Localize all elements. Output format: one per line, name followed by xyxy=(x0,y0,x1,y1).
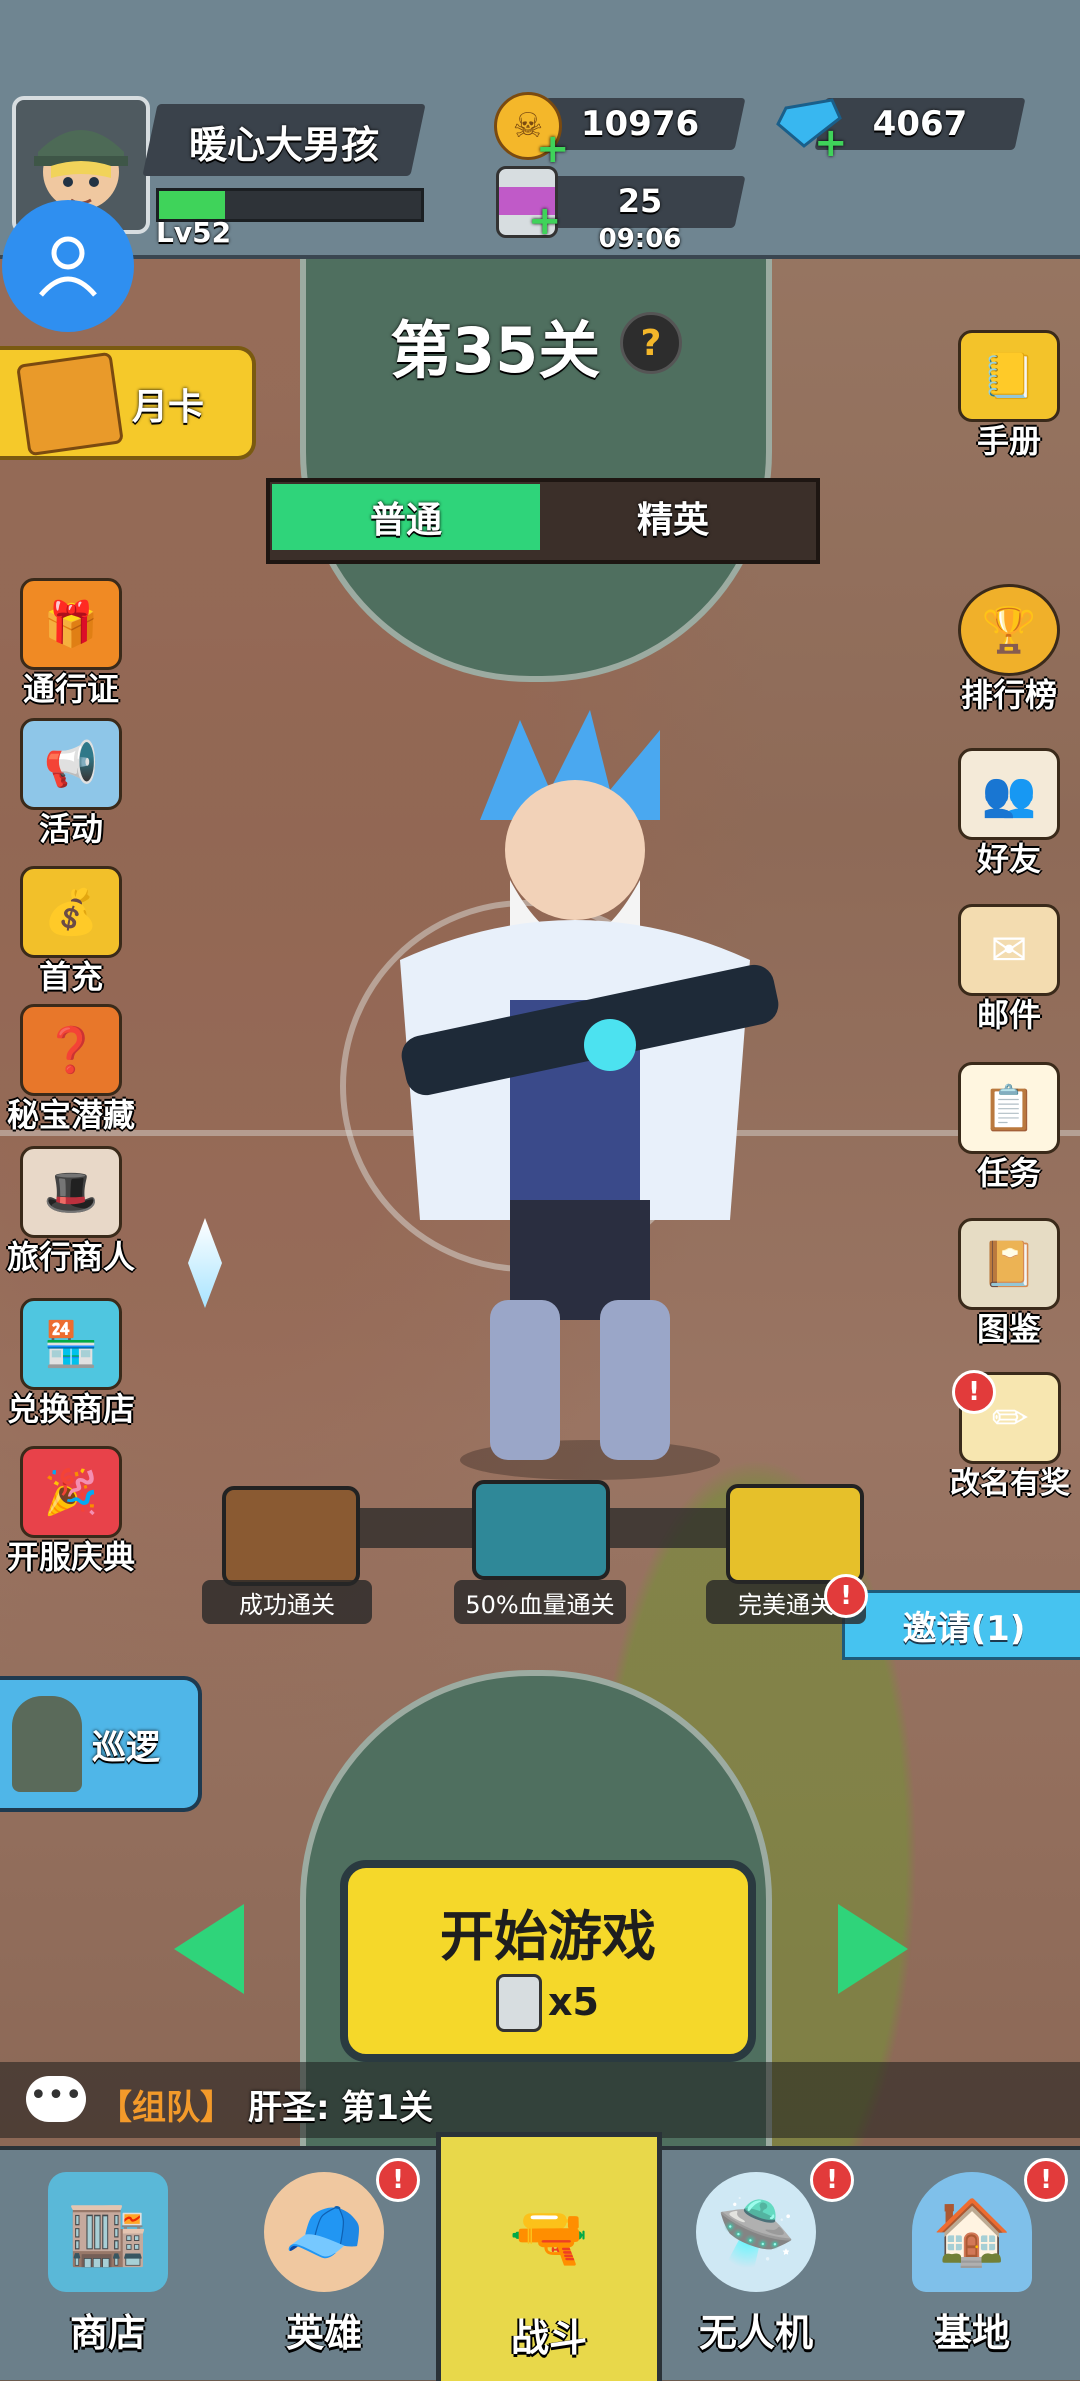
nav-drone-label: 无人机 xyxy=(698,2311,813,2355)
exchange-shop-label: 兑换商店 xyxy=(6,1390,135,1428)
account-button[interactable] xyxy=(2,200,134,332)
nav-heroes-label: 英雄 xyxy=(285,2311,362,2355)
perfect-chest[interactable] xyxy=(726,1484,864,1584)
tasks-label: 任务 xyxy=(976,1154,1041,1192)
hero-avatar-icon: 🧢 xyxy=(264,2172,384,2292)
leaderboard-button[interactable]: 🏆 排行榜 xyxy=(944,584,1074,716)
energy-timer: 09:06 xyxy=(598,224,682,254)
shop-icon: 🏪 xyxy=(20,1298,122,1390)
exchange-shop-button[interactable]: 🏪 兑换商店 xyxy=(6,1298,136,1430)
manual-button[interactable]: 📒 手册 xyxy=(944,330,1074,462)
nav-shop-label: 商店 xyxy=(69,2311,146,2355)
energy-count: 25 xyxy=(617,182,663,220)
rename-reward-label: 改名有奖 xyxy=(950,1466,1070,1501)
chat-channel: 【组队】 xyxy=(98,2088,234,2128)
friends-label: 好友 xyxy=(976,840,1041,878)
half-hp-chest-label: 50%血量通关 xyxy=(454,1580,626,1624)
mystery-box-icon: ❓ xyxy=(20,1004,122,1096)
perfect-chest-alert-badge: ! xyxy=(824,1574,868,1618)
megaphone-icon: 📢 xyxy=(20,718,122,810)
friends-button[interactable]: 👥 好友 xyxy=(944,748,1074,880)
pass-button[interactable]: 🎁 通行证 xyxy=(6,578,136,710)
soldier-icon xyxy=(12,1696,82,1792)
heroes-alert-badge: ! xyxy=(376,2158,420,2202)
stage-title: 第35关 xyxy=(390,314,601,387)
gem-count: 4067 xyxy=(872,104,968,144)
celebration-chest-icon: 🎉 xyxy=(20,1446,122,1538)
add-energy-icon[interactable]: + xyxy=(528,198,562,244)
user-icon xyxy=(39,236,97,297)
first-recharge-button[interactable]: 💰 首充 xyxy=(6,866,136,998)
invite-button[interactable]: 邀请(1) xyxy=(842,1590,1080,1660)
event-label: 活动 xyxy=(38,810,103,848)
leaderboard-label: 排行榜 xyxy=(960,676,1057,714)
energy-cost: x5 xyxy=(548,1980,599,2024)
success-chest-label: 成功通关 xyxy=(202,1580,372,1624)
hero-character xyxy=(400,710,779,1480)
base-alert-badge: ! xyxy=(1024,2158,1068,2202)
chat-bubble-icon[interactable]: ••• xyxy=(26,2076,86,2122)
nav-battle-label: 战斗 xyxy=(510,2316,587,2360)
friends-icon: 👥 xyxy=(958,748,1060,840)
hidden-treasure-label: 秘宝潜藏 xyxy=(6,1096,135,1134)
mail-button[interactable]: ✉ 邮件 xyxy=(944,904,1074,1036)
stage-help-button[interactable]: ? xyxy=(620,312,682,374)
start-game-label: 开始游戏 xyxy=(440,1905,656,1968)
treasure-chest-icon: 💰 xyxy=(20,866,122,958)
difficulty-elite-tab[interactable]: 精英 xyxy=(540,484,806,550)
patrol-button[interactable]: 巡逻 xyxy=(0,1676,202,1812)
store-icon: 🏬 xyxy=(48,2172,168,2292)
pass-label: 通行证 xyxy=(22,670,119,708)
album-icon: 📔 xyxy=(958,1218,1060,1310)
coin-count: 10976 xyxy=(580,104,700,144)
event-button[interactable]: 📢 活动 xyxy=(6,718,136,850)
success-chest[interactable] xyxy=(222,1486,360,1586)
merchant-icon: 🎩 xyxy=(20,1146,122,1238)
tasks-button[interactable]: 📋 任务 xyxy=(944,1062,1074,1194)
rifle-icon: 🔫 xyxy=(509,2200,589,2275)
server-celebration-button[interactable]: 🎉 开服庆典 xyxy=(6,1446,136,1578)
dome-base-icon: 🏠 xyxy=(912,2172,1032,2292)
mail-icon: ✉ xyxy=(958,904,1060,996)
hidden-treasure-button[interactable]: ❓ 秘宝潜藏 xyxy=(6,1004,136,1136)
rename-alert-badge: ! xyxy=(952,1370,996,1414)
half-hp-chest[interactable] xyxy=(472,1480,610,1580)
travel-merchant-button[interactable]: 🎩 旅行商人 xyxy=(6,1146,136,1278)
first-recharge-label: 首充 xyxy=(38,958,103,996)
travel-merchant-label: 旅行商人 xyxy=(6,1238,135,1276)
monthly-card-icon xyxy=(16,351,124,457)
codex-button[interactable]: 📔 图鉴 xyxy=(944,1218,1074,1350)
chat-message: 肝圣: 第1关 xyxy=(248,2088,434,2128)
player-name: 暖心大男孩 xyxy=(188,123,379,167)
difficulty-normal-tab[interactable]: 普通 xyxy=(272,484,540,550)
xp-bar-fill xyxy=(159,191,225,219)
mail-label: 邮件 xyxy=(976,996,1041,1034)
invite-label: 邀请(1) xyxy=(902,1608,1026,1649)
drone-icon: 🛸 xyxy=(696,2172,816,2292)
monthly-card-button[interactable]: 月卡 xyxy=(0,346,256,460)
book-icon: 📒 xyxy=(958,330,1060,422)
energy-cost-icon xyxy=(496,1974,542,2032)
calendar-icon: 📋 xyxy=(958,1062,1060,1154)
patrol-label: 巡逻 xyxy=(92,1728,160,1768)
drone-alert-badge: ! xyxy=(810,2158,854,2202)
manual-label: 手册 xyxy=(976,422,1041,460)
nav-base-label: 基地 xyxy=(933,2311,1010,2355)
nav-battle[interactable]: 🔫 战斗 xyxy=(436,2132,662,2381)
start-game-button[interactable]: 开始游戏 x5 xyxy=(340,1860,756,2062)
codex-label: 图鉴 xyxy=(976,1310,1041,1348)
trophy-icon: 🏆 xyxy=(958,584,1060,676)
server-celebration-label: 开服庆典 xyxy=(6,1538,135,1576)
gift-icon: 🎁 xyxy=(20,578,122,670)
player-level: Lv52 xyxy=(156,216,232,249)
monthly-card-label: 月卡 xyxy=(132,387,205,428)
nav-shop[interactable]: 🏬 商店 xyxy=(0,2150,216,2370)
